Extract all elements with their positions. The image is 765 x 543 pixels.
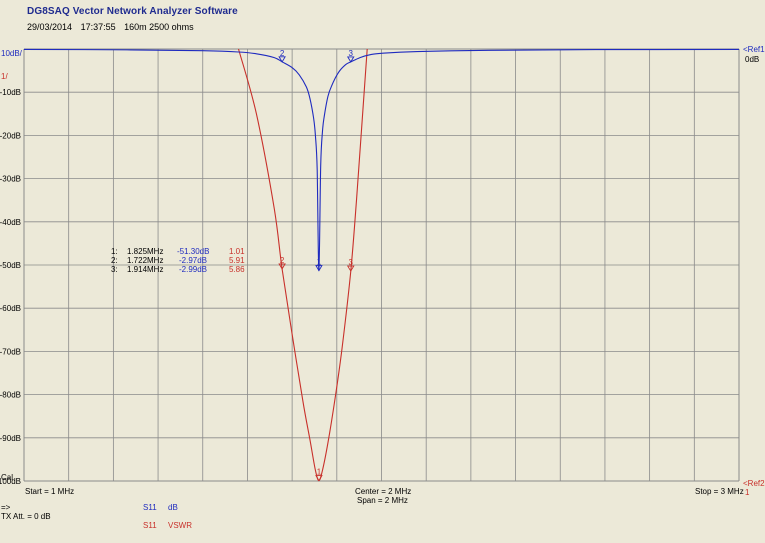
y-tick-label: -80dB xyxy=(0,391,21,400)
y-tick-label: -90dB xyxy=(0,434,21,443)
marker-readout: 1: 1.825MHz -51.30dB 1.01 2: 1.722MHz -2… xyxy=(111,247,245,274)
y-tick-label: -60dB xyxy=(0,304,21,313)
legend-s11-vswr-format: VSWR xyxy=(168,521,192,530)
db-scale-label: 10dB/ xyxy=(1,49,23,58)
y-tick-label: -40dB xyxy=(0,218,21,227)
marker-3-vswr: 5.86 xyxy=(229,265,245,274)
arrow-label: => xyxy=(1,503,11,512)
stop-frequency: Stop = 3 MHz xyxy=(695,487,744,496)
marker-1-vswr: 1.01 xyxy=(229,247,245,256)
marker-2-vswr-label: 2 xyxy=(280,256,285,265)
marker-1-freq: 1.825MHz xyxy=(127,247,163,256)
legend: S11 dB S11 VSWR xyxy=(143,503,192,530)
legend-s11-db-format: dB xyxy=(168,503,178,512)
y-tick-label: -20dB xyxy=(0,131,21,140)
ref2-value: 1 xyxy=(745,488,750,497)
marker-3-id: 3: xyxy=(111,265,118,274)
ref2-label: <Ref2 xyxy=(743,479,765,488)
marker-1-s11: -51.30dB xyxy=(177,247,209,256)
marker-3-db-label: 3 xyxy=(349,49,354,58)
marker-1-id: 1: xyxy=(111,247,118,256)
span-frequency: Span = 2 MHz xyxy=(357,496,408,505)
marker-3-s11: -2.99dB xyxy=(179,265,207,274)
center-frequency: Center = 2 MHz xyxy=(355,487,411,496)
marker-2-s11: -2.97dB xyxy=(179,256,207,265)
y-tick-label: -50dB xyxy=(0,261,21,270)
ref1-label: <Ref1 xyxy=(743,45,765,54)
ref1-value: 0dB xyxy=(745,55,759,64)
tx-att-label: TX Att. = 0 dB xyxy=(1,512,51,521)
legend-s11-vswr-param: S11 xyxy=(143,521,157,530)
start-frequency: Start = 1 MHz xyxy=(25,487,74,496)
cal-label: Cal xyxy=(1,473,13,482)
y-axis-ticks: -10dB -20dB -30dB -40dB -50dB -60dB -70dB -80dB… xyxy=(0,88,21,486)
marker-1-vswr-label: 1 xyxy=(317,468,322,477)
marker-2-freq: 1.722MHz xyxy=(127,256,163,265)
y-tick-label: -10dB xyxy=(0,88,21,97)
legend-s11-db-param: S11 xyxy=(143,503,157,512)
marker-3-vswr-label: 3 xyxy=(349,258,354,267)
marker-2-db-label: 2 xyxy=(280,49,285,58)
vna-chart[interactable]: -10dB -20dB -30dB -40dB -50dB -60dB -70dB -80dB… xyxy=(0,0,765,543)
marker-1-db-label: 1 xyxy=(317,258,322,267)
marker-2-id: 2: xyxy=(111,256,118,265)
marker-3-freq: 1.914MHz xyxy=(127,265,163,274)
vswr-scale-label: 1/ xyxy=(1,72,8,81)
y-tick-label: -70dB xyxy=(0,347,21,356)
marker-2-vswr: 5.91 xyxy=(229,256,245,265)
y-tick-label: -30dB xyxy=(0,175,21,184)
